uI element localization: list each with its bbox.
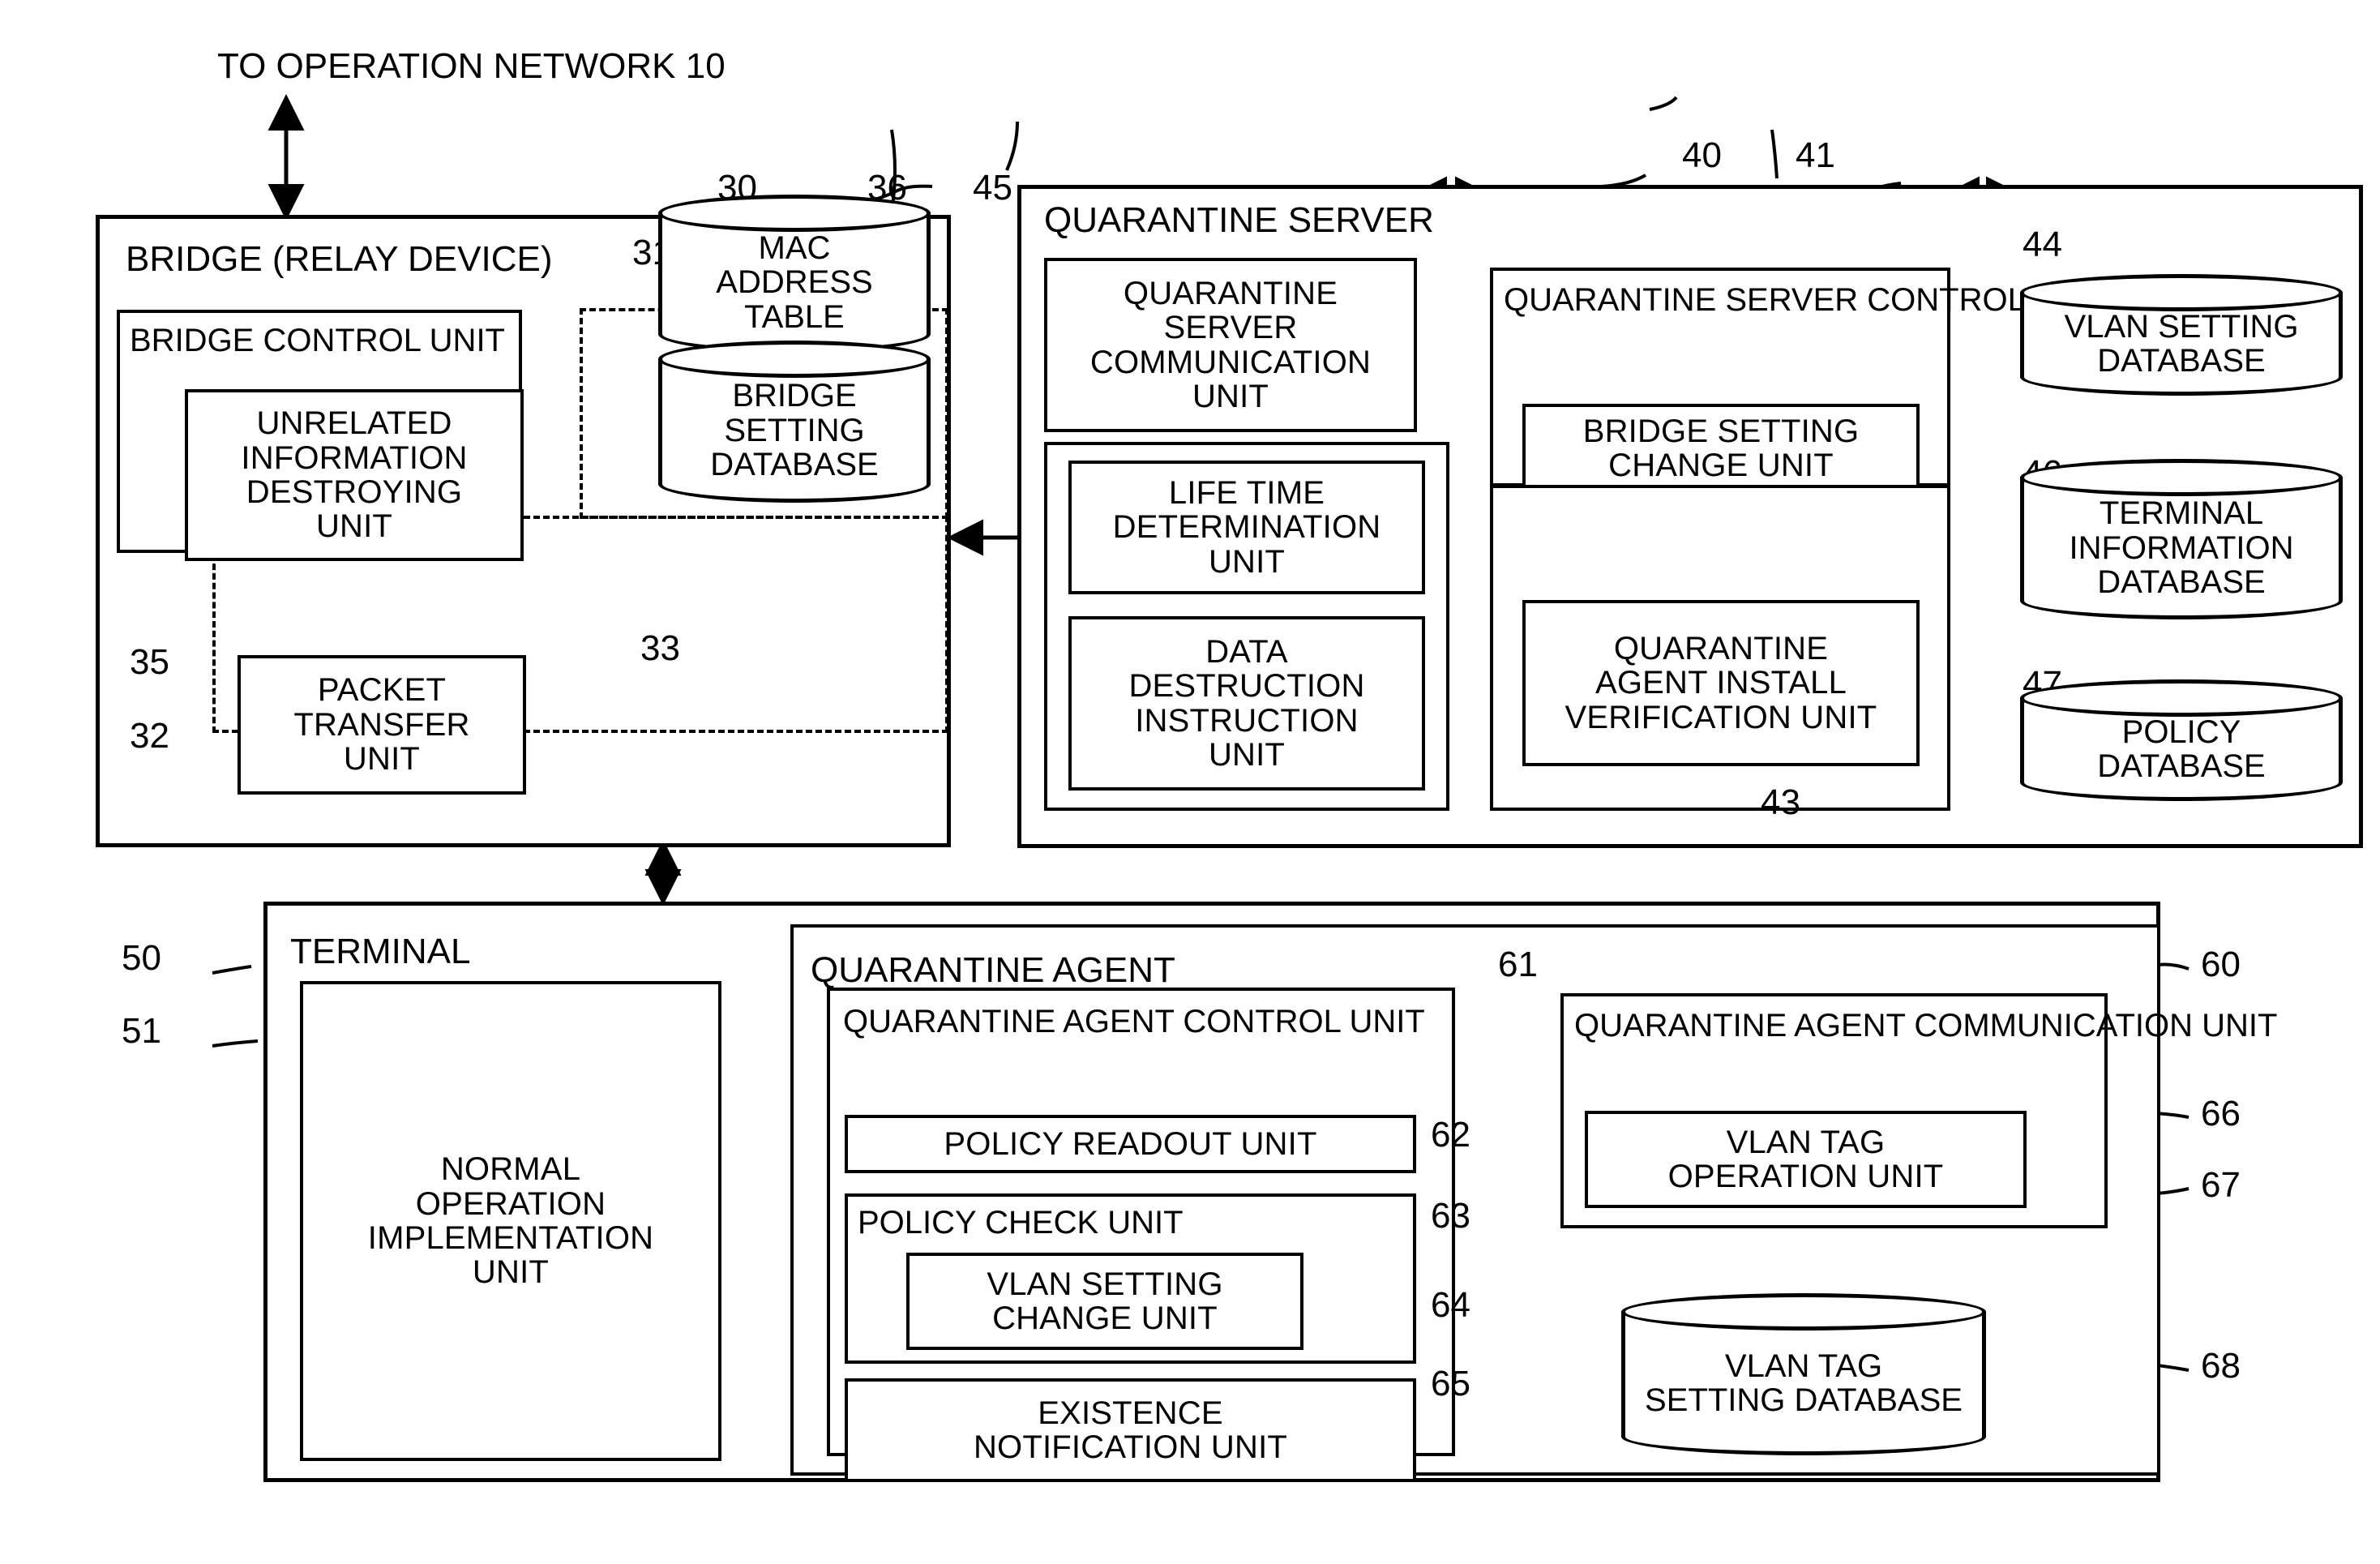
ref-63-label: 63 — [1431, 1196, 1470, 1236]
ref-33-label: 33 — [640, 628, 680, 668]
bridge-setting-db: BRIDGE SETTING DATABASE — [658, 341, 931, 503]
mac-address-table-label: MAC ADDRESS TABLE — [716, 229, 873, 335]
ref-51-label: 51 — [122, 1011, 161, 1051]
policy-db-label: POLICY DATABASE — [2097, 713, 2266, 784]
policy-check-unit-label: POLICY CHECK UNIT — [858, 1205, 1184, 1240]
quarantine-server-title: QUARANTINE SERVER — [1044, 200, 1434, 240]
ref-50-label: 50 — [122, 938, 161, 978]
agent-install-verification-unit-label: QUARANTINE AGENT INSTALL VERIFICATION UN… — [1565, 630, 1877, 735]
existence-notification-unit-label: EXISTENCE NOTIFICATION UNIT — [973, 1395, 1288, 1465]
ref-41-label: 41 — [1796, 135, 1835, 175]
ref-62-label: 62 — [1431, 1115, 1470, 1155]
ref-64-label: 64 — [1431, 1285, 1470, 1325]
ref-67-label: 67 — [2201, 1165, 2241, 1205]
bridge-setting-change-unit-label: BRIDGE SETTING CHANGE UNIT — [1582, 413, 1860, 483]
quarantine-agent-communication-unit-title: QUARANTINE AGENT COMMUNICATION UNIT — [1574, 1008, 2278, 1043]
ref-45-label: 45 — [973, 168, 1012, 208]
policy-readout-unit-label: POLICY READOUT UNIT — [944, 1125, 1317, 1162]
quarantine-agent-title: QUARANTINE AGENT — [811, 950, 1175, 990]
ref-66-label: 66 — [2201, 1094, 2241, 1133]
network-label: TO OPERATION NETWORK 10 — [217, 46, 726, 86]
vlan-tag-setting-db: VLAN TAG SETTING DATABASE — [1621, 1293, 1986, 1455]
ref-60-label: 60 — [2201, 945, 2241, 984]
quarantine-agent-control-unit-title: QUARANTINE AGENT CONTROL UNIT — [843, 1004, 1425, 1039]
ref-65-label: 65 — [1431, 1364, 1470, 1403]
ref-40-label: 40 — [1682, 135, 1722, 175]
bridge-control-unit-title: BRIDGE CONTROL UNIT — [130, 323, 505, 358]
ref-68-label: 68 — [2201, 1346, 2241, 1386]
packet-transfer-unit-label: PACKET TRANSFER UNIT — [293, 672, 470, 778]
vlan-setting-db-label: VLAN SETTING DATABASE — [2064, 308, 2299, 379]
bridge-title: BRIDGE (RELAY DEVICE) — [126, 239, 553, 279]
patent-figure-canvas: TO OPERATION NETWORK 10 BRIDGE (RELAY DE… — [0, 0, 2380, 1564]
vlan-tag-setting-db-label: VLAN TAG SETTING DATABASE — [1645, 1348, 1963, 1418]
ref-61-label: 61 — [1498, 945, 1538, 984]
life-time-determination-unit-label: LIFE TIME DETERMINATION UNIT — [1112, 474, 1381, 580]
bridge-setting-db-label: BRIDGE SETTING DATABASE — [710, 378, 879, 483]
terminal-information-db: TERMINAL INFORMATION DATABASE — [2020, 459, 2343, 619]
data-destruction-instruction-unit-label: DATA DESTRUCTION INSTRUCTION UNIT — [1128, 633, 1365, 773]
ref-44-label: 44 — [2023, 225, 2062, 264]
vlan-setting-change-unit-label: VLAN SETTING CHANGE UNIT — [987, 1266, 1223, 1336]
quarantine-server-communication-unit-label: QUARANTINE SERVER COMMUNICATION UNIT — [1089, 275, 1372, 414]
vlan-setting-db: VLAN SETTING DATABASE — [2020, 274, 2343, 396]
normal-operation-implementation-unit-label: NORMAL OPERATION IMPLEMENTATION UNIT — [367, 1151, 654, 1291]
quarantine-server-control-unit-title: QUARANTINE SERVER CONTROL UNIT — [1504, 282, 2109, 318]
ref-43-label: 43 — [1761, 782, 1800, 822]
ref-32-label: 32 — [130, 716, 169, 756]
mac-address-table-db: MAC ADDRESS TABLE — [658, 195, 931, 353]
terminal-information-db-label: TERMINAL INFORMATION DATABASE — [2069, 495, 2294, 601]
unrelated-info-destroying-unit-label: UNRELATED INFORMATION DESTROYING UNIT — [241, 405, 468, 545]
policy-db: POLICY DATABASE — [2020, 679, 2343, 801]
terminal-title: TERMINAL — [290, 932, 471, 971]
vlan-tag-operation-unit-label: VLAN TAG OPERATION UNIT — [1667, 1124, 1944, 1194]
ref-35-label: 35 — [130, 642, 169, 682]
